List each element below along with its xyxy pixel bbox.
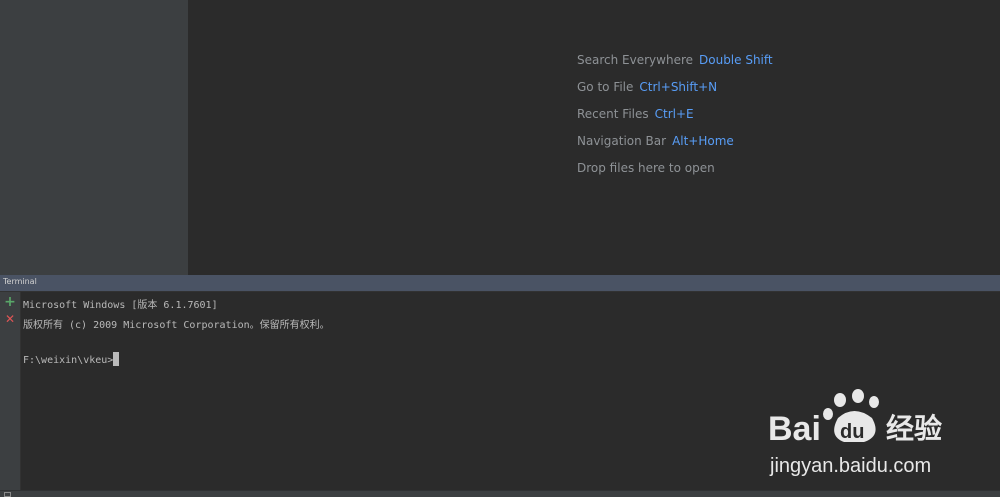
hint-label: Recent Files <box>577 107 649 121</box>
hint-shortcut: Alt+Home <box>672 134 734 148</box>
hint-label: Drop files here to open <box>577 161 715 175</box>
hint-shortcut: Ctrl+E <box>654 107 694 121</box>
hint-navigation-bar: Navigation Bar Alt+Home <box>577 131 773 158</box>
hint-shortcut: Double Shift <box>699 53 773 67</box>
watermark-cn: 经验 <box>886 412 942 444</box>
tool-window-toggle-icon[interactable] <box>4 492 11 497</box>
plus-icon[interactable]: + <box>3 295 17 309</box>
terminal-prompt[interactable]: F:\weixin\vkeu> <box>23 352 120 366</box>
watermark-brand-du: du <box>840 421 864 443</box>
hint-shortcut: Ctrl+Shift+N <box>639 80 718 94</box>
close-icon[interactable]: ✕ <box>3 312 17 326</box>
watermark-brand: Bai <box>768 410 821 448</box>
terminal-title: Terminal <box>3 277 37 286</box>
text-cursor <box>113 352 120 366</box>
terminal-toolbar: + ✕ <box>0 292 21 490</box>
hint-label: Search Everywhere <box>577 53 693 67</box>
terminal-header[interactable]: Terminal <box>0 275 1000 292</box>
hint-recent-files: Recent Files Ctrl+E <box>577 104 773 131</box>
baidu-jingyan-watermark: Bai du 经验 jingyan.baidu.com <box>768 389 942 477</box>
terminal-line: Microsoft Windows [版本 6.1.7601] <box>23 300 218 311</box>
terminal-line: 版权所有 (c) 2009 Microsoft Corporation。保留所有… <box>23 320 330 331</box>
hint-label: Go to File <box>577 80 634 94</box>
watermark-url: jingyan.baidu.com <box>769 455 931 477</box>
project-tool-window[interactable] <box>0 0 188 275</box>
hint-label: Navigation Bar <box>577 134 667 148</box>
ide-window: Search Everywhere Double Shift Go to File… <box>0 0 1000 497</box>
editor-hints: Search Everywhere Double Shift Go to File… <box>577 50 773 185</box>
hint-drop-files: Drop files here to open <box>577 158 773 185</box>
prompt-text: F:\weixin\vkeu> <box>23 355 114 366</box>
hint-go-to-file: Go to File Ctrl+Shift+N <box>577 77 773 104</box>
hint-search-everywhere: Search Everywhere Double Shift <box>577 50 773 77</box>
status-bar <box>0 490 1000 497</box>
